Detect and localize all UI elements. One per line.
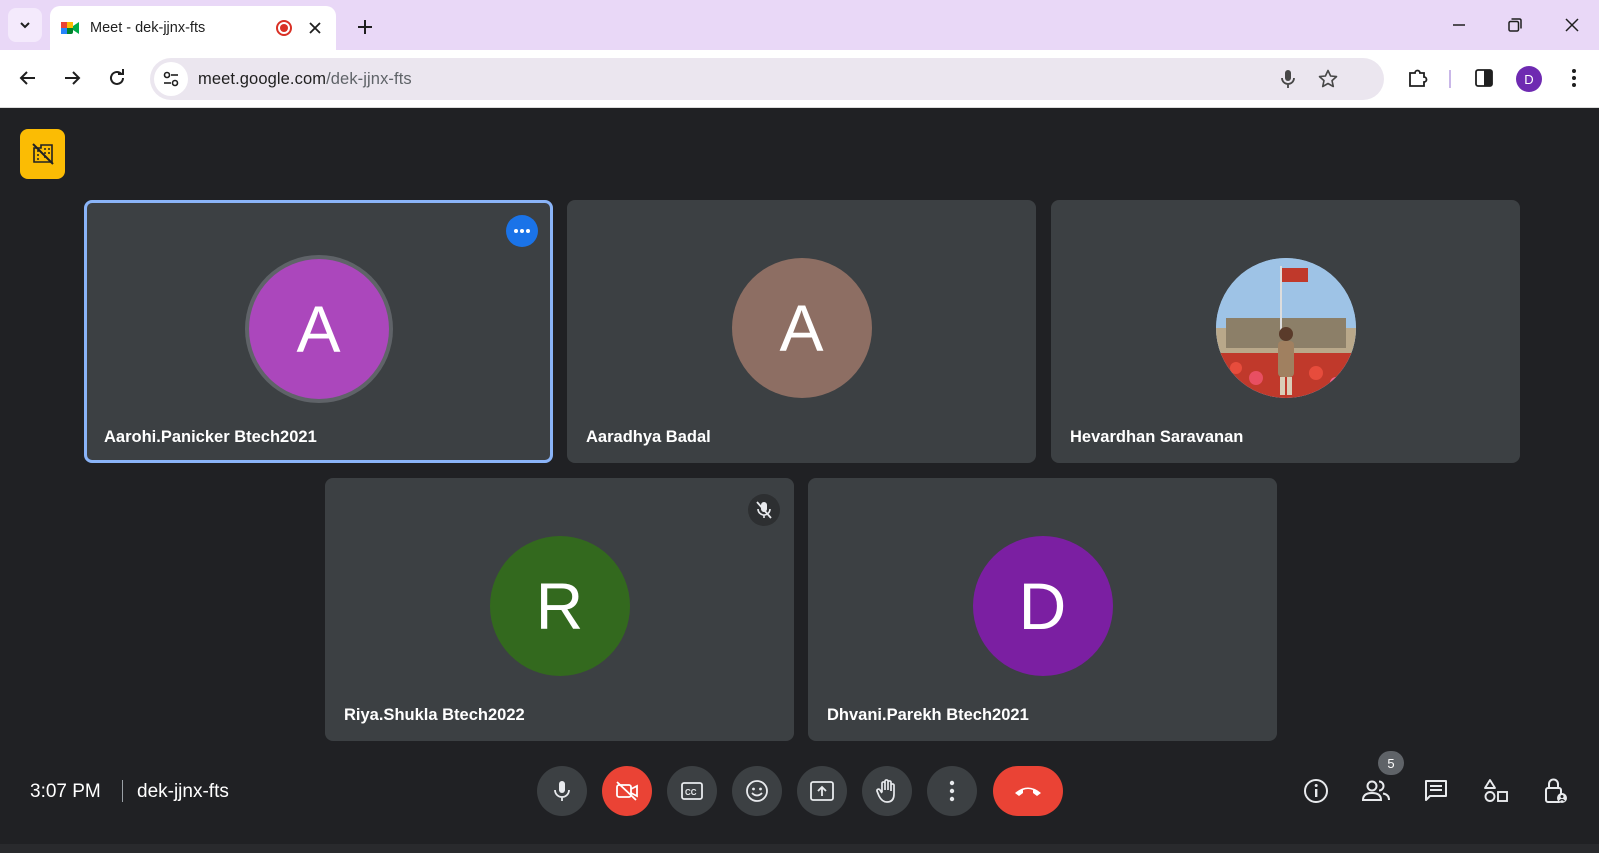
divider bbox=[122, 780, 123, 802]
participant-name: Riya.Shukla Btech2022 bbox=[344, 706, 525, 724]
participant-name: Aaradhya Badal bbox=[586, 428, 711, 446]
participant-tile[interactable]: D Dhvani.Parekh Btech2021 bbox=[808, 478, 1277, 741]
extensions-button[interactable] bbox=[1402, 62, 1434, 94]
leave-call-button[interactable] bbox=[993, 766, 1063, 816]
chat-button[interactable] bbox=[1417, 772, 1455, 810]
new-tab-button[interactable] bbox=[352, 14, 378, 40]
participant-tile[interactable]: A Aaradhya Badal bbox=[567, 200, 1036, 463]
end-call-icon bbox=[1015, 787, 1041, 796]
reload-button[interactable] bbox=[101, 62, 133, 94]
avatar: A bbox=[731, 258, 872, 398]
browser-toolbar: meet.google.com/dek-jjnx-fts D bbox=[0, 50, 1599, 108]
restore-button[interactable] bbox=[1500, 10, 1530, 40]
more-vert-icon bbox=[1572, 69, 1576, 87]
side-panel-icon bbox=[1475, 69, 1493, 87]
participant-name: Aarohi.Panicker Btech2021 bbox=[104, 428, 317, 446]
browser-tab-strip: Meet - dek-jjnx-fts bbox=[0, 0, 1599, 50]
mic-off-icon bbox=[756, 501, 772, 519]
forward-button[interactable] bbox=[56, 62, 88, 94]
avatar: R bbox=[489, 536, 630, 676]
toolbar-divider bbox=[1449, 70, 1451, 88]
avatar: A bbox=[248, 259, 389, 399]
recording-indicator-icon bbox=[276, 20, 292, 36]
activities-icon bbox=[1484, 779, 1508, 802]
mic-icon bbox=[1281, 70, 1295, 88]
plus-icon bbox=[358, 20, 372, 34]
close-window-button[interactable] bbox=[1557, 10, 1587, 40]
star-icon bbox=[1318, 69, 1338, 88]
people-icon bbox=[1361, 780, 1390, 801]
microphone-button[interactable] bbox=[537, 766, 587, 816]
reload-icon bbox=[110, 69, 124, 85]
info-icon bbox=[1304, 779, 1328, 803]
captions-icon: CC bbox=[681, 782, 703, 800]
tune-icon bbox=[163, 71, 179, 87]
camera-button[interactable] bbox=[602, 766, 652, 816]
host-controls-button[interactable] bbox=[1537, 772, 1575, 810]
meet-stage: A Aarohi.Panicker Btech2021 A Aaradhya B… bbox=[0, 109, 1599, 844]
close-icon bbox=[1565, 18, 1579, 32]
meeting-time: 3:07 PM bbox=[30, 781, 101, 802]
tab-title: Meet - dek-jjnx-fts bbox=[90, 20, 206, 36]
taskbar-edge bbox=[0, 844, 1599, 853]
arrow-forward-icon bbox=[65, 71, 81, 85]
participant-tile[interactable]: Hevardhan Saravanan bbox=[1051, 200, 1520, 463]
profile-photo bbox=[1215, 258, 1356, 398]
chevron-down-icon bbox=[20, 22, 30, 29]
activities-button[interactable] bbox=[1477, 772, 1515, 810]
no-recording-notice-button[interactable] bbox=[20, 129, 65, 179]
participant-tile[interactable]: A Aarohi.Panicker Btech2021 bbox=[84, 200, 553, 463]
svg-text:CC: CC bbox=[685, 788, 697, 797]
reactions-button[interactable] bbox=[732, 766, 782, 816]
more-options-button[interactable] bbox=[927, 766, 977, 816]
url-path: /dek-jjnx-fts bbox=[326, 69, 412, 88]
side-panel-button[interactable] bbox=[1468, 62, 1500, 94]
site-info-button[interactable] bbox=[154, 62, 188, 96]
mic-icon bbox=[554, 781, 570, 801]
address-bar[interactable]: meet.google.com/dek-jjnx-fts bbox=[150, 58, 1384, 100]
raise-hand-button[interactable] bbox=[862, 766, 912, 816]
minimize-icon bbox=[1453, 24, 1465, 26]
meeting-code: dek-jjnx-fts bbox=[137, 781, 229, 802]
domain-disabled-icon bbox=[31, 143, 54, 165]
url-text: meet.google.com/dek-jjnx-fts bbox=[198, 70, 412, 89]
captions-button[interactable]: CC bbox=[667, 766, 717, 816]
tab-search-button[interactable] bbox=[8, 8, 42, 42]
bookmark-button[interactable] bbox=[1312, 63, 1344, 95]
raise-hand-icon bbox=[876, 779, 895, 803]
browser-menu-button[interactable] bbox=[1558, 62, 1590, 94]
participant-name: Dhvani.Parekh Btech2021 bbox=[827, 706, 1029, 724]
host-controls-icon bbox=[1545, 778, 1567, 803]
voice-search-button[interactable] bbox=[1272, 63, 1304, 95]
more-horiz-icon bbox=[514, 229, 530, 233]
emoji-icon bbox=[746, 780, 768, 802]
participant-more-button[interactable] bbox=[506, 215, 538, 247]
camera-off-icon bbox=[616, 781, 638, 801]
url-host: meet.google.com bbox=[198, 69, 327, 88]
participant-tile[interactable]: R Riya.Shukla Btech2022 bbox=[325, 478, 794, 741]
chat-icon bbox=[1425, 780, 1447, 801]
close-tab-icon[interactable] bbox=[306, 19, 324, 37]
muted-indicator bbox=[748, 494, 780, 526]
meeting-details-button[interactable] bbox=[1297, 772, 1335, 810]
back-button[interactable] bbox=[12, 62, 44, 94]
avatar-photo bbox=[1215, 258, 1356, 398]
google-meet-icon bbox=[61, 22, 79, 34]
browser-tab[interactable]: Meet - dek-jjnx-fts bbox=[50, 6, 336, 50]
present-screen-button[interactable] bbox=[797, 766, 847, 816]
people-button[interactable] bbox=[1357, 772, 1395, 810]
puzzle-icon bbox=[1409, 69, 1428, 87]
present-screen-icon bbox=[810, 781, 834, 801]
participant-name: Hevardhan Saravanan bbox=[1070, 428, 1244, 446]
avatar: D bbox=[972, 536, 1113, 676]
arrow-back-icon bbox=[19, 71, 35, 85]
more-vert-icon bbox=[949, 780, 955, 802]
profile-avatar[interactable]: D bbox=[1516, 66, 1542, 92]
minimize-button[interactable] bbox=[1444, 10, 1474, 40]
restore-icon bbox=[1508, 18, 1522, 32]
